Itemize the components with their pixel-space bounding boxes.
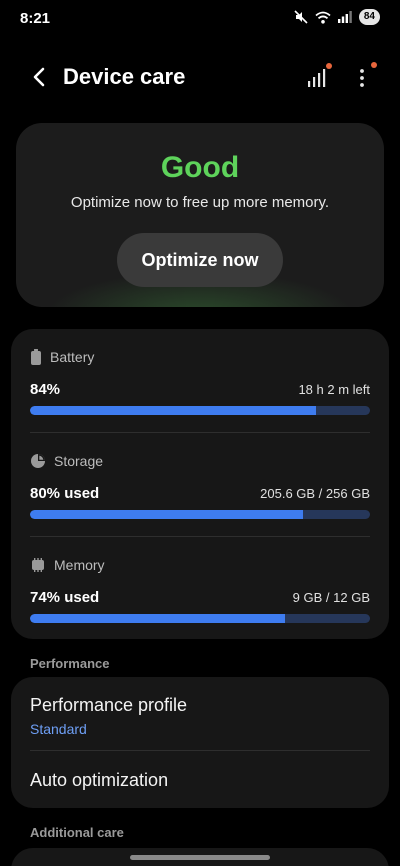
app-bar: Device care	[0, 52, 400, 102]
memory-chip-icon	[32, 558, 44, 572]
more-options-button[interactable]	[350, 62, 377, 92]
battery-percent: 84%	[30, 381, 61, 398]
memory-used: 74% used	[30, 589, 100, 606]
mute-icon	[294, 10, 308, 24]
device-status-card: Good Optimize now to free up more memory…	[16, 123, 384, 307]
notification-dot	[326, 63, 332, 69]
storage-label: Storage	[54, 453, 104, 469]
auto-optimization-item[interactable]: Auto optimization	[30, 770, 370, 791]
battery-icon	[31, 349, 41, 365]
diagnostics-button[interactable]	[302, 62, 332, 92]
page-title: Device care	[63, 64, 186, 89]
optimize-now-button[interactable]: Optimize now	[117, 233, 283, 287]
memory-capacity: 9 GB / 12 GB	[292, 590, 370, 605]
battery-label: Battery	[50, 349, 95, 365]
status-bar: 8:21 84	[0, 0, 400, 36]
resource-usage-card: Battery 84% 18 h 2 m left Storage 80% us…	[11, 329, 389, 639]
memory-progress-fill	[30, 614, 285, 623]
battery-progress-track	[30, 406, 370, 415]
back-button[interactable]	[24, 62, 54, 92]
notification-dot	[371, 62, 377, 68]
battery-section[interactable]: Battery 84% 18 h 2 m left	[30, 347, 370, 415]
cell-signal-icon	[337, 11, 352, 23]
battery-indicator: 84	[358, 9, 380, 25]
performance-profile-item[interactable]: Performance profile Standard	[30, 695, 370, 737]
performance-section-label: Performance	[30, 656, 110, 671]
status-description: Optimize now to free up more memory.	[70, 194, 330, 211]
additional-care-section-label: Additional care	[30, 825, 124, 840]
home-indicator[interactable]	[130, 855, 270, 860]
divider	[30, 750, 370, 751]
status-time: 8:21	[20, 10, 51, 27]
storage-progress-track	[30, 510, 370, 519]
performance-card: Performance profile Standard Auto optimi…	[11, 677, 389, 808]
battery-time-left: 18 h 2 m left	[298, 382, 370, 397]
wifi-icon	[315, 11, 331, 24]
storage-progress-fill	[30, 510, 304, 519]
divider	[30, 536, 370, 537]
memory-section[interactable]: Memory 74% used 9 GB / 12 GB	[30, 555, 370, 623]
auto-optimization-title: Auto optimization	[30, 770, 169, 790]
storage-section[interactable]: Storage 80% used 205.6 GB / 256 GB	[30, 451, 370, 519]
chevron-left-icon	[33, 67, 45, 87]
device-status-text: Good	[160, 151, 240, 184]
status-icons: 84	[294, 9, 380, 25]
performance-profile-value: Standard	[30, 721, 87, 737]
storage-used: 80% used	[30, 485, 100, 502]
pie-chart-icon	[31, 454, 45, 468]
divider	[30, 432, 370, 433]
storage-capacity: 205.6 GB / 256 GB	[260, 486, 370, 501]
battery-progress-fill	[30, 406, 316, 415]
performance-profile-title: Performance profile	[30, 695, 188, 715]
memory-label: Memory	[54, 557, 105, 573]
memory-progress-track	[30, 614, 370, 623]
